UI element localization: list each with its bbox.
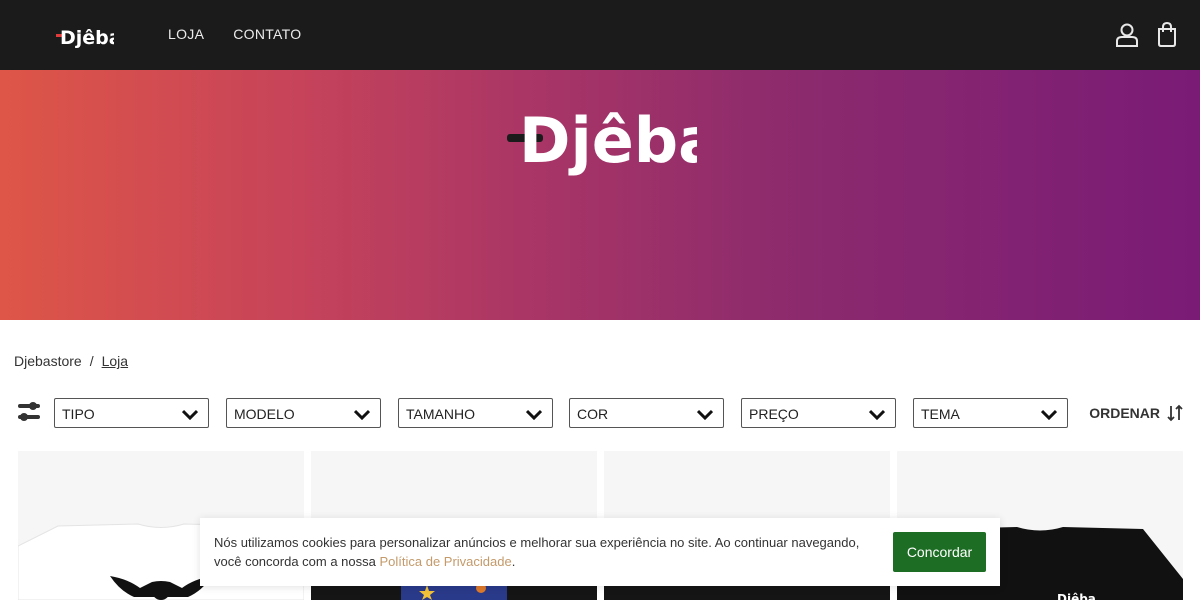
cookie-message-end: . — [511, 554, 516, 569]
breadcrumb-home[interactable]: Djebastore — [14, 353, 82, 369]
chevron-down-icon — [869, 409, 885, 420]
svg-text:Djêba: Djêba — [519, 104, 697, 177]
cookie-message: Nós utilizamos cookies para personalizar… — [214, 533, 884, 571]
chevron-down-icon — [526, 409, 542, 420]
shopping-bag-icon[interactable] — [1154, 22, 1180, 48]
chevron-down-icon — [697, 409, 713, 420]
breadcrumb-current[interactable]: Loja — [102, 353, 128, 369]
cookie-consent-banner: Nós utilizamos cookies para personalizar… — [200, 518, 1000, 586]
nav-link-loja[interactable]: LOJA — [168, 26, 204, 42]
djeba-logo[interactable]: Djêba — [56, 20, 114, 50]
filter-bar: TIPO MODELO TAMANHO COR PREÇO TEMA ORDEN… — [18, 398, 1184, 428]
filter-sliders-icon[interactable] — [18, 401, 40, 423]
filter-select-label: PREÇO — [749, 406, 799, 422]
user-icon[interactable] — [1114, 22, 1140, 48]
filter-select-label: TEMA — [921, 406, 960, 422]
cookie-message-text: Nós utilizamos cookies para personalizar… — [214, 535, 860, 569]
svg-text:Djêba: Djêba — [60, 27, 114, 49]
filter-select-tipo[interactable]: TIPO — [54, 398, 209, 428]
filter-select-tema[interactable]: TEMA — [913, 398, 1068, 428]
filter-select-label: COR — [577, 406, 609, 422]
filter-select-tamanho[interactable]: TAMANHO — [398, 398, 553, 428]
chevron-down-icon — [182, 409, 198, 420]
filter-select-cor[interactable]: COR — [569, 398, 724, 428]
chevron-down-icon — [1041, 409, 1057, 420]
svg-text:Djêba: Djêba — [1057, 592, 1096, 600]
filter-select-modelo[interactable]: MODELO — [226, 398, 381, 428]
filter-select-label: TIPO — [62, 406, 95, 422]
nav-link-contato[interactable]: CONTATO — [233, 26, 301, 42]
sort-arrows-icon — [1167, 404, 1183, 422]
main-nav: LOJA CONTATO — [168, 26, 301, 42]
privacy-policy-link[interactable]: Política de Privacidade — [379, 554, 511, 569]
breadcrumb: Djebastore / Loja — [14, 353, 128, 369]
chevron-down-icon — [354, 409, 370, 420]
header-icons — [1114, 22, 1180, 48]
hero-banner: Djêba — [0, 70, 1200, 320]
sort-label: ORDENAR — [1089, 405, 1160, 421]
top-navigation-bar: Djêba LOJA CONTATO — [0, 0, 1200, 70]
breadcrumb-separator: / — [89, 353, 94, 369]
sort-button[interactable]: ORDENAR — [1089, 404, 1184, 422]
hero-djeba-logo: Djêba — [507, 104, 697, 177]
filter-select-label: MODELO — [234, 406, 295, 422]
accept-cookies-button[interactable]: Concordar — [893, 532, 986, 572]
filter-select-label: TAMANHO — [406, 406, 475, 422]
filter-select-preco[interactable]: PREÇO — [741, 398, 896, 428]
